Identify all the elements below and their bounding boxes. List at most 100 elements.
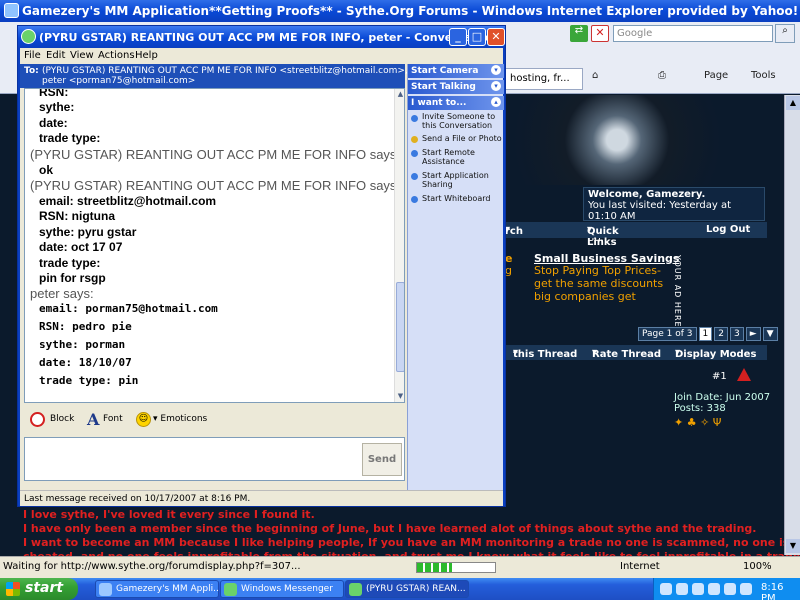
task-whiteboard[interactable]: Start Whiteboard (422, 194, 502, 203)
recipients-bar: To: (PYRU GSTAR) REANTING OUT ACC PM ME … (20, 64, 408, 88)
taskbar-ie-window[interactable]: Gamezery's MM Appli... (95, 580, 219, 598)
i-want-to-label: I want to... (411, 98, 467, 108)
menu-view[interactable]: View (70, 50, 94, 61)
tools-menu[interactable]: Tools (751, 70, 776, 81)
font-button[interactable]: Font (103, 414, 123, 424)
nav-logout[interactable]: Log Out (706, 224, 750, 235)
messenger-title-bar[interactable]: (PYRU GSTAR) REANTING OUT ACC PM ME FOR … (18, 26, 505, 48)
tray-messenger-icon[interactable] (676, 583, 688, 595)
scroll-up-icon[interactable]: ▲ (786, 96, 800, 110)
pager-page-2[interactable]: 2 (714, 327, 728, 341)
message-line: trade type: (39, 131, 101, 146)
taskbar-messenger[interactable]: Windows Messenger (220, 580, 344, 598)
ie-window-title: Gamezery's MM Application**Getting Proof… (22, 4, 799, 18)
search-thread-menu[interactable]: this Thread ▾ (513, 347, 577, 360)
pager-menu[interactable]: ▼ (762, 327, 778, 341)
taskbar-conversation[interactable]: (PYRU GSTAR) REAN... (345, 580, 469, 598)
start-talking-section[interactable]: Start Talking ▾ (408, 80, 504, 94)
block-button[interactable]: Block (50, 414, 74, 424)
convo-scroll-up-icon[interactable]: ▲ (395, 89, 404, 100)
maximize-button[interactable]: □ (468, 28, 486, 46)
chevron-down-icon[interactable]: ▾ (491, 81, 501, 91)
search-icon[interactable]: ⌕ (775, 24, 795, 43)
menu-actions[interactable]: Actions (98, 50, 135, 61)
message-line: trade type: (39, 255, 101, 270)
send-file-icon (411, 136, 418, 143)
tray-app-icon[interactable] (724, 583, 736, 595)
whiteboard-icon (411, 196, 418, 203)
rate-thread-menu[interactable]: Rate Thread ▾ (592, 347, 661, 360)
ie-scrollbar[interactable]: ▲ ▼ (784, 95, 800, 555)
last-visited: You last visited: Yesterday at 01:10 AM (588, 200, 732, 222)
welcome-box: Welcome, Gamezery. You last visited: Yes… (583, 187, 765, 244)
task-remote-assistance[interactable]: Start Remote Assistance (422, 148, 502, 166)
pager-next[interactable]: ► (745, 327, 761, 341)
send-button[interactable]: Send (362, 443, 402, 476)
menu-edit[interactable]: Edit (46, 50, 65, 61)
taskbar-ie-label: Gamezery's MM Appli... (116, 584, 219, 594)
stop-icon[interactable]: ✕ (591, 25, 609, 42)
start-camera-section[interactable]: Start Camera ▾ (408, 64, 504, 78)
page-menu[interactable]: Page (704, 70, 728, 81)
nav-quick-links-label: Quick Links (587, 226, 619, 248)
pager-page-1[interactable]: 1 (698, 327, 713, 341)
task-app-sharing[interactable]: Start Application Sharing (422, 171, 502, 189)
ie-search-input[interactable]: Google (613, 25, 773, 42)
start-button[interactable]: start (0, 578, 78, 600)
convo-scroll-thumb[interactable] (396, 282, 404, 372)
ie-title-bar: Gamezery's MM Application**Getting Proof… (0, 0, 800, 22)
print-icon[interactable]: ⎙ (658, 70, 666, 81)
message-input[interactable]: Send (24, 437, 405, 481)
home-icon[interactable]: ⌂ (592, 70, 598, 81)
your-ad-here-label: YOUR AD HERE (673, 255, 682, 328)
scroll-down-icon[interactable]: ▼ (786, 539, 800, 553)
chevron-up-icon[interactable]: ▴ (491, 97, 501, 107)
join-date: Join Date: Jun 2007 (674, 392, 771, 403)
block-icon[interactable] (30, 412, 45, 427)
rate-thread-label: Rate Thread (592, 349, 662, 360)
ie-tab-hosting[interactable]: hosting, fr... (505, 68, 583, 90)
pager-page-3[interactable]: 3 (729, 327, 744, 341)
tray-security-icon[interactable] (708, 583, 720, 595)
chevron-down-icon[interactable]: ▾ (491, 65, 501, 75)
ie-progress-bar (416, 562, 496, 573)
i-want-to-section[interactable]: I want to... ▴ (408, 96, 504, 110)
refresh-icon[interactable]: ⇄ (570, 25, 588, 42)
ie-progress-fill (417, 563, 453, 572)
ad-left-fragment-2: g (505, 264, 512, 277)
emoticons-button[interactable]: ▾ Emoticons (153, 414, 207, 424)
conversation-history[interactable]: RSN: sythe: date: trade type: (PYRU GSTAR) R… (24, 88, 405, 403)
taskbar-messenger-label: Windows Messenger (241, 584, 333, 594)
sender-line: (PYRU GSTAR) REANTING OUT ACC PM ME FOR … (30, 146, 401, 162)
menu-file[interactable]: File (24, 50, 41, 61)
font-icon[interactable]: A (87, 410, 99, 429)
emoticon-smile-icon[interactable]: ☺ (136, 412, 151, 427)
post-line: I love sythe, I've loved it every since … (23, 508, 315, 521)
conversation-scrollbar[interactable]: ▲ ▼ (394, 89, 404, 402)
message-line: sythe: pyru gstar (39, 224, 137, 239)
tray-update-icon[interactable] (740, 583, 752, 595)
messenger-menu-bar: File Edit View Actions Help (20, 48, 503, 64)
menu-help[interactable]: Help (135, 50, 158, 61)
tray-network-icon[interactable] (660, 583, 672, 595)
convo-scroll-down-icon[interactable]: ▼ (395, 391, 404, 402)
minimize-button[interactable]: _ (449, 28, 467, 46)
format-toolbar: Block A Font ☺ ▾ Emoticons (24, 409, 405, 433)
to-label: To: (24, 66, 39, 76)
tray-volume-icon[interactable] (692, 583, 704, 595)
message-line: sythe: (39, 100, 75, 115)
nav-quick-links[interactable]: Quick Links ▾ (587, 224, 619, 248)
ie-zone: Internet (620, 561, 660, 572)
ad-text[interactable]: Stop Paying Top Prices-get the same disc… (534, 264, 672, 303)
display-modes-menu[interactable]: Display Modes ▾ (675, 347, 756, 360)
post-number[interactable]: #1 (712, 371, 727, 382)
close-button[interactable]: ✕ (487, 28, 505, 46)
ie-zoom[interactable]: 100% (743, 561, 772, 572)
report-warning-icon[interactable] (737, 368, 751, 381)
taskbar: start Gamezery's MM Appli... Windows Mes… (0, 578, 800, 600)
messenger-side-panel: Start Camera ▾ Start Talking ▾ I want to… (407, 64, 504, 490)
message-line: RSN: (39, 88, 69, 99)
ie-icon (99, 583, 112, 596)
task-send-file[interactable]: Send a File or Photo (422, 134, 502, 143)
task-invite[interactable]: Invite Someone to this Conversation (422, 112, 502, 130)
